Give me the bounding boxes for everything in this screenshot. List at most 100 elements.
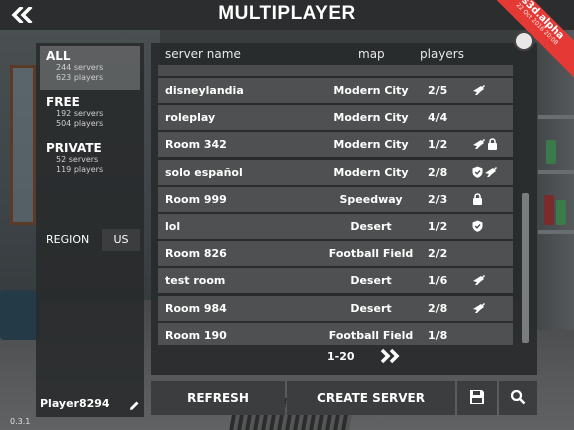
server-players: 1/6 xyxy=(428,274,448,288)
server-map: Desert xyxy=(350,274,392,288)
server-flags xyxy=(472,219,508,233)
background-can xyxy=(556,200,566,225)
server-name: Room 999 xyxy=(165,192,227,206)
background-window xyxy=(10,65,36,225)
filter-panel: ALL 244 servers 623 players FREE 192 ser… xyxy=(36,43,144,417)
top-bar: MULTIPLAYER xyxy=(0,0,574,30)
table-row[interactable]: Room 999 Speedway 2/3 xyxy=(158,186,513,212)
save-button[interactable] xyxy=(457,381,497,415)
server-flags xyxy=(472,273,508,287)
background-ball xyxy=(514,31,534,51)
server-map: Modern City xyxy=(333,138,409,152)
server-map: Modern City xyxy=(333,111,409,125)
app-version: 0.3.1 xyxy=(10,417,31,426)
lock-icon xyxy=(473,193,482,205)
server-flags xyxy=(472,246,508,260)
scrollbar[interactable] xyxy=(522,193,529,343)
page-title: MULTIPLAYER xyxy=(218,3,356,24)
filter-player-count: 504 players xyxy=(56,119,104,128)
refresh-button[interactable]: REFRESH xyxy=(151,381,285,415)
filter-server-count: 52 servers xyxy=(56,155,99,164)
table-row[interactable]: roleplay Modern City 4/4 xyxy=(158,105,513,131)
server-flags xyxy=(472,165,508,179)
server-name: Room 190 xyxy=(165,328,227,342)
background-can xyxy=(544,195,554,225)
table-row[interactable]: disneylandia Modern City 2/5 xyxy=(158,78,513,103)
filter-server-count: 192 servers xyxy=(56,109,104,118)
server-flags xyxy=(472,328,508,342)
page-indicator: 1-20 xyxy=(327,350,355,363)
filter-label: PRIVATE xyxy=(46,141,102,155)
server-players: 2/3 xyxy=(428,192,448,206)
server-flags xyxy=(472,301,508,315)
next-page-button[interactable] xyxy=(379,348,401,364)
create-server-button[interactable]: CREATE SERVER xyxy=(287,381,455,415)
server-map: Football Field xyxy=(328,247,414,261)
column-header-map[interactable]: map xyxy=(358,47,385,61)
gun-icon xyxy=(485,166,497,177)
table-row[interactable]: solo español Modern City 2/8 xyxy=(158,159,513,185)
shield-icon xyxy=(472,220,483,232)
region-value[interactable]: US xyxy=(102,229,140,251)
gun-icon xyxy=(473,139,485,150)
pencil-icon xyxy=(130,401,139,410)
background-shelf xyxy=(538,230,574,234)
server-players: 2/5 xyxy=(428,84,448,97)
table-row[interactable]: lol Desert 1/2 xyxy=(158,214,513,239)
filter-private[interactable]: PRIVATE 52 servers 119 players xyxy=(40,138,140,182)
edit-name-button[interactable] xyxy=(128,397,140,410)
server-map: Football Field xyxy=(328,328,414,342)
server-name: roleplay xyxy=(165,111,216,125)
server-flags xyxy=(472,83,508,97)
server-players: 4/4 xyxy=(428,111,448,125)
floppy-disk-icon xyxy=(470,390,484,404)
server-map: Speedway xyxy=(339,192,403,206)
server-players: 2/8 xyxy=(428,301,448,315)
server-name: solo español xyxy=(165,165,243,179)
server-list-panel: server name map players disneylandia Mode… xyxy=(151,43,537,375)
server-players: 1/2 xyxy=(428,138,448,152)
filter-label: ALL xyxy=(46,49,71,63)
server-rows[interactable]: disneylandia Modern City 2/5 roleplay Modern… xyxy=(158,65,513,345)
server-name: Room 342 xyxy=(165,138,227,152)
server-players: 2/8 xyxy=(428,165,448,179)
server-players: 1/8 xyxy=(428,328,448,342)
lock-icon xyxy=(488,138,497,151)
filter-label: FREE xyxy=(46,95,80,109)
table-row[interactable]: test room Desert 1/6 xyxy=(158,268,513,294)
column-header-players[interactable]: players xyxy=(420,47,464,61)
server-map: Modern City xyxy=(333,165,409,179)
table-row[interactable]: Room 826 Football Field 2/2 xyxy=(158,241,513,267)
server-map: Desert xyxy=(350,220,392,233)
shield-icon xyxy=(472,166,483,178)
table-row[interactable]: Room 190 Football Field 1/8 xyxy=(158,322,513,345)
list-header: server name map players xyxy=(151,43,537,65)
background-sofa xyxy=(0,290,40,340)
server-name: Room 826 xyxy=(165,247,227,261)
server-map: Desert xyxy=(350,301,392,315)
region-label: REGION xyxy=(46,233,90,246)
filter-player-count: 119 players xyxy=(56,165,104,174)
filter-free[interactable]: FREE 192 servers 504 players xyxy=(40,92,140,136)
server-flags xyxy=(472,110,508,124)
background-can xyxy=(546,140,556,164)
gun-icon xyxy=(473,275,485,286)
table-row[interactable]: Room 984 Desert 2/8 xyxy=(158,295,513,321)
table-row-partial[interactable] xyxy=(158,65,513,76)
background-shelf xyxy=(538,170,574,174)
gun-icon xyxy=(473,85,485,95)
server-flags xyxy=(472,137,508,151)
player-name: Player8294 xyxy=(40,397,110,410)
server-name: lol xyxy=(165,220,181,233)
region-selector[interactable]: REGION US xyxy=(40,229,140,251)
server-name: disneylandia xyxy=(165,84,244,97)
table-row[interactable]: Room 342 Modern City 1/2 xyxy=(158,132,513,158)
server-map: Modern City xyxy=(333,84,409,97)
server-flags xyxy=(472,192,508,206)
search-icon xyxy=(510,389,526,405)
column-header-name[interactable]: server name xyxy=(165,47,241,61)
filter-server-count: 244 servers xyxy=(56,63,104,72)
double-chevron-right-icon xyxy=(380,348,400,364)
filter-all[interactable]: ALL 244 servers 623 players xyxy=(40,46,140,90)
search-button[interactable] xyxy=(499,381,537,415)
